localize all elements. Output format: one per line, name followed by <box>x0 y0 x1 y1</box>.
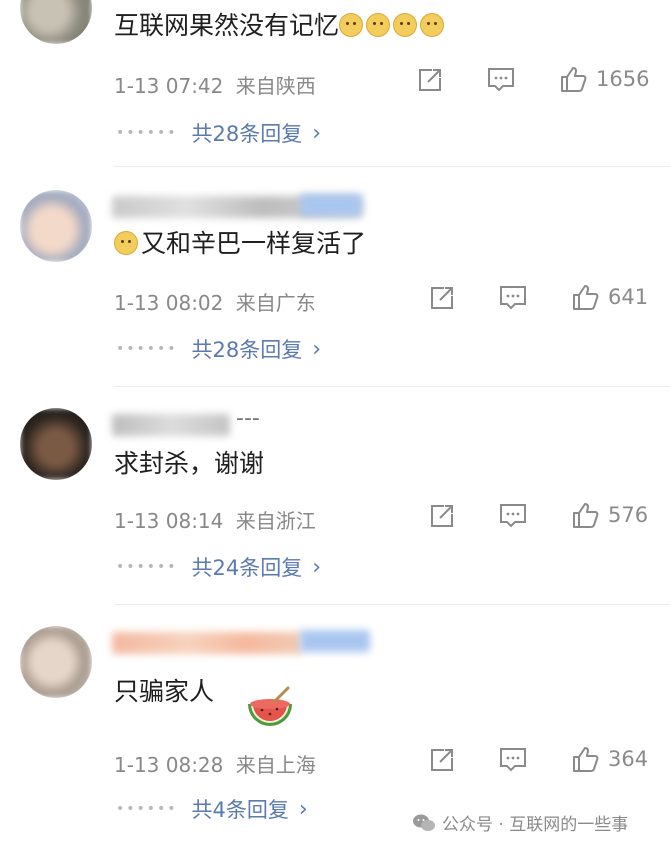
avatar[interactable] <box>20 408 92 480</box>
like-count: 641 <box>608 285 649 309</box>
dots-icon: •••••• <box>116 125 178 141</box>
comment-item: --- 求封杀，谢谢 1-13 08:14 来自浙江 576 •••••• 共2… <box>0 388 670 608</box>
share-button[interactable] <box>428 284 456 312</box>
comment-time: 1-13 07:42 <box>114 74 224 98</box>
chevron-right-icon: › <box>312 336 322 362</box>
comment-icon <box>500 286 526 310</box>
dots-icon: •••••• <box>116 559 178 575</box>
user-badge <box>300 630 370 652</box>
like-count: 576 <box>608 503 649 527</box>
like-button[interactable]: 641 <box>570 282 648 312</box>
comment-location: 来自广东 <box>235 291 316 315</box>
comment-button[interactable] <box>486 66 516 94</box>
chevron-right-icon: › <box>312 554 322 580</box>
comment-meta: 1-13 07:42 来自陕西 <box>114 70 316 99</box>
like-button[interactable]: 1656 <box>558 64 649 94</box>
avatar[interactable] <box>20 190 92 262</box>
thumbs-up-icon <box>561 67 587 92</box>
comment-location: 来自浙江 <box>235 509 316 533</box>
divider <box>114 386 670 387</box>
doge-emoji-icon <box>393 13 418 37</box>
comment-icon <box>500 504 526 528</box>
comment-text: 互联网果然没有记忆 <box>114 10 447 42</box>
reply-thread-link[interactable]: •••••• 共28条回复 › <box>116 334 321 364</box>
comment-item: 互联网果然没有记忆 1-13 07:42 来自陕西 1656 •••••• 共2… <box>0 0 670 150</box>
dots-icon: •••••• <box>116 801 178 817</box>
chevron-right-icon: › <box>312 120 322 146</box>
divider <box>114 166 670 167</box>
thumbs-up-icon <box>573 747 599 772</box>
share-button[interactable] <box>428 746 456 774</box>
share-button[interactable] <box>428 502 456 530</box>
avatar[interactable] <box>20 0 92 44</box>
comment-text: 只骗家人 <box>114 677 215 706</box>
share-icon <box>419 69 441 91</box>
like-button[interactable]: 364 <box>570 744 648 774</box>
share-icon <box>431 287 453 309</box>
reply-thread-link[interactable]: •••••• 共24条回复 › <box>116 552 321 582</box>
wechat-watermark: 公众号 · 互联网的一些事 <box>412 810 628 835</box>
chevron-right-icon: › <box>298 796 308 822</box>
wechat-icon <box>413 814 435 831</box>
share-icon <box>431 505 453 527</box>
dots-icon: •••••• <box>116 341 178 357</box>
comment-button[interactable] <box>498 502 528 530</box>
share-button[interactable] <box>416 66 444 94</box>
reply-count: 共28条回复 <box>191 338 303 362</box>
doge-emoji-icon <box>420 13 445 37</box>
comment-text: 又和辛巴一样复活了 <box>114 228 366 260</box>
like-count: 1656 <box>596 67 650 91</box>
comment-time: 1-13 08:14 <box>114 509 224 533</box>
user-badge <box>300 194 362 216</box>
comment-icon <box>488 68 514 92</box>
reply-count: 共24条回复 <box>191 556 303 580</box>
watermelon-emoji-icon <box>248 686 292 726</box>
doge-emoji-icon <box>339 13 364 37</box>
comment-time: 1-13 08:28 <box>114 753 224 777</box>
comment-location: 来自陕西 <box>235 74 316 98</box>
reply-thread-link[interactable]: •••••• 共28条回复 › <box>116 118 321 148</box>
comment-item: 又和辛巴一样复活了 1-13 08:02 来自广东 641 •••••• 共28… <box>0 168 670 388</box>
comment-meta: 1-13 08:14 来自浙江 <box>114 505 316 534</box>
comment-location: 来自上海 <box>235 753 316 777</box>
thumbs-up-icon <box>573 503 599 528</box>
comment-button[interactable] <box>498 746 528 774</box>
thumbs-up-icon <box>573 285 599 310</box>
doge-emoji-icon <box>366 13 391 37</box>
divider <box>114 604 670 605</box>
comment-time: 1-13 08:02 <box>114 291 224 315</box>
reply-thread-link[interactable]: •••••• 共4条回复 › <box>116 794 308 824</box>
doge-emoji-icon <box>114 231 138 255</box>
reply-count: 共28条回复 <box>191 122 303 146</box>
reply-count: 共4条回复 <box>191 798 289 822</box>
comment-text: 求封杀，谢谢 <box>114 449 265 478</box>
comment-button[interactable] <box>498 284 528 312</box>
username-blurred <box>112 414 230 436</box>
comment-meta: 1-13 08:28 来自上海 <box>114 749 316 778</box>
avatar[interactable] <box>20 626 92 698</box>
share-icon <box>431 749 453 771</box>
watermark-label: 公众号 · 互联网的一些事 <box>442 815 629 835</box>
like-button[interactable]: 576 <box>570 500 648 530</box>
like-count: 364 <box>608 747 649 771</box>
comment-meta: 1-13 08:02 来自广东 <box>114 287 316 316</box>
comment-icon <box>500 748 526 772</box>
username-suffix: --- <box>236 406 260 431</box>
username-blurred <box>112 632 302 654</box>
